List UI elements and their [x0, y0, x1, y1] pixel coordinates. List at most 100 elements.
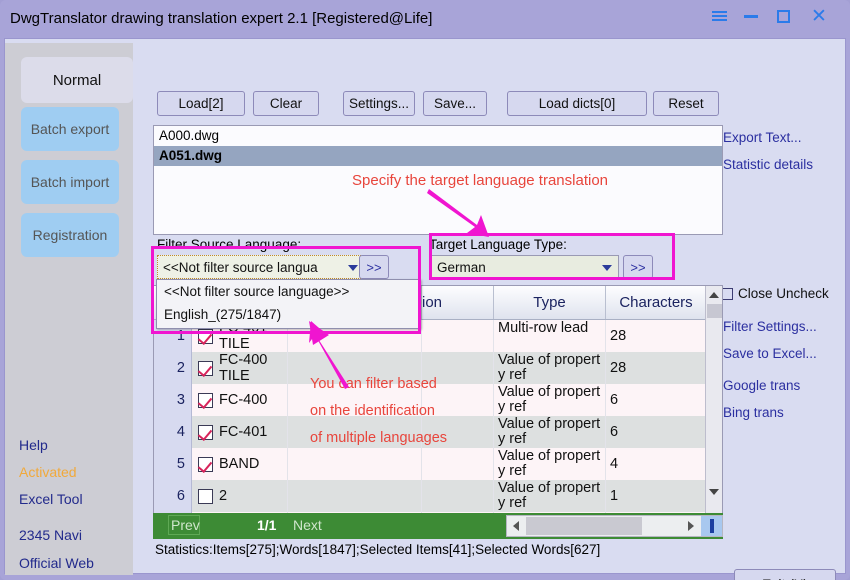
- row-translation-cell[interactable]: [422, 448, 494, 480]
- prev-page-button[interactable]: Prev: [171, 517, 200, 533]
- grid-col-translation[interactable]: ion: [422, 286, 494, 319]
- file-list-item-selected[interactable]: A051.dwg: [154, 146, 722, 166]
- sidebar-link-help[interactable]: Help: [19, 437, 48, 453]
- annotation-filter-line3: of multiple languages: [310, 430, 448, 446]
- load-dicts-button[interactable]: Load dicts[0]: [507, 91, 647, 116]
- clear-button[interactable]: Clear: [253, 91, 319, 116]
- close-uncheck-checkbox[interactable]: Close Uncheck: [721, 286, 829, 301]
- close-icon[interactable]: ✕: [806, 3, 832, 29]
- filter-source-language-value: <<Not filter source langua: [163, 259, 318, 275]
- grid-vertical-scrollbar[interactable]: [705, 286, 722, 516]
- row-translation-cell[interactable]: [422, 320, 494, 352]
- annotation-filter-line2: on the identification: [310, 403, 435, 419]
- filter-settings-link[interactable]: Filter Settings...: [723, 319, 817, 334]
- row-characters-cell: 4: [610, 456, 619, 472]
- row-characters-cell: 1: [610, 488, 619, 504]
- settings-button[interactable]: Settings...: [343, 91, 415, 116]
- row-checkbox-cell[interactable]: 2: [192, 480, 288, 512]
- row-checkbox-cell[interactable]: FC-400 TILE: [192, 352, 288, 384]
- table-row[interactable]: 5 BAND Value of property ref 4: [154, 448, 706, 480]
- dropdown-option-english[interactable]: English_(275/1847): [157, 303, 420, 326]
- bing-trans-link[interactable]: Bing trans: [723, 405, 784, 420]
- row-type-cell: Multi-row lead: [494, 320, 606, 352]
- file-list-item[interactable]: A000.dwg: [154, 126, 722, 146]
- sidebar-tab-registration[interactable]: Registration: [21, 213, 119, 257]
- load-button[interactable]: Load[2]: [157, 91, 245, 116]
- row-characters-cell: 28: [610, 360, 627, 376]
- row-checkbox-cell[interactable]: BAND: [192, 448, 288, 480]
- scroll-left-icon[interactable]: [507, 516, 525, 536]
- statistics-text: Statistics:Items[275];Words[1847];Select…: [155, 542, 601, 557]
- grid-col-type[interactable]: Type: [494, 286, 606, 319]
- table-row[interactable]: 6 2 Value of property ref 1: [154, 480, 706, 512]
- target-language-type-label: Target Language Type:: [429, 237, 567, 252]
- checkbox-checked-icon[interactable]: [198, 328, 213, 344]
- annotation-target-language: Specify the target language translation: [352, 172, 609, 189]
- row-type-cell: Value of property ref: [494, 480, 606, 512]
- row-source-text: FC-400 TILE: [219, 352, 268, 384]
- row-type-cell: Value of property ref: [494, 448, 606, 480]
- chevron-down-icon: [348, 265, 358, 271]
- row-number: 6: [154, 480, 192, 512]
- filter-source-language-select[interactable]: <<Not filter source langua: [157, 255, 365, 279]
- save-to-excel-link[interactable]: Save to Excel...: [723, 346, 817, 361]
- row-characters-cell: 28: [610, 328, 627, 344]
- export-text-link[interactable]: Export Text...: [723, 130, 802, 145]
- row-number: 2: [154, 352, 192, 384]
- reset-button[interactable]: Reset: [653, 91, 719, 116]
- sidebar-link-2345-navi[interactable]: 2345 Navi: [19, 527, 82, 543]
- pagination-bar: Prev 1/1 Next: [153, 513, 723, 539]
- row-checkbox-cell[interactable]: FC-401: [192, 416, 288, 448]
- filter-source-language-dropdown[interactable]: <<Not filter source language>> English_(…: [156, 279, 421, 329]
- page-indicator: 1/1: [257, 517, 277, 533]
- next-page-button[interactable]: Next: [293, 517, 322, 533]
- application-window: DwgTranslator drawing translation expert…: [0, 0, 850, 580]
- row-characters-cell: 6: [610, 424, 619, 440]
- sidebar-tab-batch-export[interactable]: Batch export: [21, 107, 119, 151]
- sidebar-tab-normal[interactable]: Normal: [21, 57, 133, 103]
- annotation-filter-line1: You can filter based: [310, 376, 437, 392]
- sidebar-link-excel-tool[interactable]: Excel Tool: [19, 491, 83, 507]
- filter-source-go-button[interactable]: >>: [359, 255, 389, 279]
- client-area: Normal Batch export Batch import Registr…: [4, 38, 846, 580]
- checkbox-checked-icon[interactable]: [198, 424, 213, 440]
- menu-icon[interactable]: [706, 3, 732, 29]
- checkbox-icon[interactable]: [198, 488, 213, 504]
- statistic-details-link[interactable]: Statistic details: [723, 157, 813, 172]
- filter-source-language-label: Filter Source Language:: [157, 237, 302, 252]
- sidebar-link-activated[interactable]: Activated: [19, 464, 77, 480]
- checkbox-checked-icon[interactable]: [198, 456, 213, 472]
- row-original-cell[interactable]: [288, 448, 422, 480]
- save-button[interactable]: Save...: [423, 91, 487, 116]
- exit-button[interactable]: Exit (X): [734, 569, 836, 580]
- minimize-icon[interactable]: [738, 3, 764, 29]
- row-type-cell: Value of property ref: [494, 384, 606, 416]
- target-language-select[interactable]: German: [431, 255, 619, 279]
- exit-button-label: Exit (X): [762, 576, 808, 580]
- row-source-text: 2: [219, 488, 228, 504]
- grid-horizontal-scrollbar[interactable]: [506, 515, 723, 537]
- target-language-go-button[interactable]: >>: [623, 255, 653, 279]
- maximize-icon[interactable]: [770, 3, 796, 29]
- grid-col-characters[interactable]: Characters: [606, 286, 706, 319]
- scroll-up-icon[interactable]: [706, 286, 722, 303]
- checkbox-checked-icon[interactable]: [198, 392, 213, 408]
- google-trans-link[interactable]: Google trans: [723, 378, 800, 393]
- row-type-cell: Value of property ref: [494, 352, 606, 384]
- checkbox-checked-icon[interactable]: [198, 360, 213, 376]
- scrollbar-end-indicator[interactable]: [701, 516, 722, 536]
- row-characters-cell: 6: [610, 392, 619, 408]
- row-source-text: FC-401: [219, 424, 268, 440]
- scrollbar-thumb-horizontal[interactable]: [526, 517, 642, 535]
- dropdown-option-not-filter[interactable]: <<Not filter source language>>: [157, 280, 420, 303]
- row-translation-cell[interactable]: [422, 480, 494, 512]
- sidebar-tab-batch-import[interactable]: Batch import: [21, 160, 119, 204]
- sidebar: Normal Batch export Batch import Registr…: [5, 43, 133, 575]
- target-language-value: German: [437, 259, 486, 275]
- scroll-right-icon[interactable]: [682, 516, 700, 536]
- row-checkbox-cell[interactable]: FC-400: [192, 384, 288, 416]
- sidebar-link-official-web[interactable]: Official Web: [19, 555, 94, 571]
- row-original-cell[interactable]: [288, 480, 422, 512]
- scrollbar-thumb-vertical[interactable]: [707, 304, 722, 318]
- scroll-down-icon[interactable]: [706, 483, 722, 500]
